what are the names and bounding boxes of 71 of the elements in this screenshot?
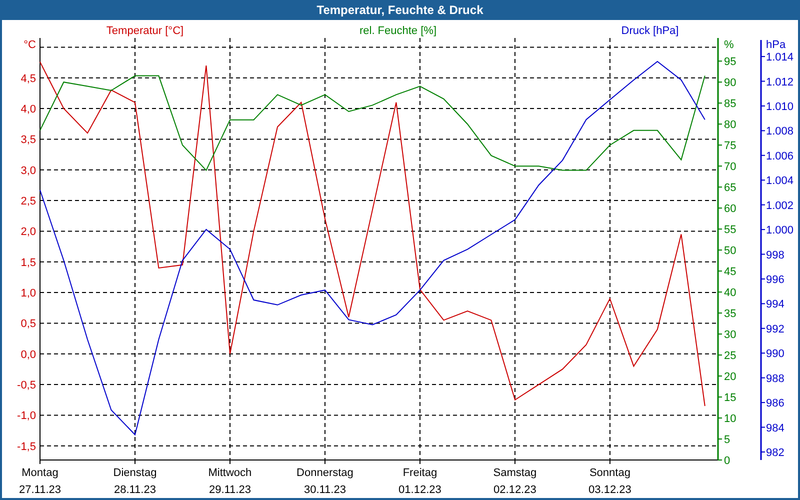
tick-label: 70 bbox=[724, 161, 736, 174]
day-label: Samstag bbox=[493, 467, 537, 479]
tick-label: 80 bbox=[724, 119, 736, 132]
date-label: 30.11.23 bbox=[304, 484, 346, 496]
tick-label: 986 bbox=[766, 398, 784, 410]
tick-label: 0,0 bbox=[20, 348, 36, 361]
tick-label: 1.010 bbox=[766, 100, 794, 113]
tick-label: 4,0 bbox=[20, 104, 36, 116]
tick-label: 988 bbox=[766, 372, 784, 385]
tick-label: 75 bbox=[724, 140, 736, 152]
tick-label: 4,5 bbox=[20, 72, 36, 85]
tick-label: 3,0 bbox=[20, 164, 36, 177]
date-label: 01.12.23 bbox=[398, 484, 442, 496]
tick-label: -1,0 bbox=[17, 410, 36, 422]
tick-label: 0 bbox=[724, 455, 730, 467]
date-label: 02.12.23 bbox=[494, 484, 536, 496]
axis-unit: °C bbox=[24, 39, 36, 51]
tick-label: 1.000 bbox=[766, 224, 794, 237]
tick-label: 2,5 bbox=[20, 196, 36, 208]
date-label: 27.11.23 bbox=[19, 484, 61, 496]
tick-label: 1.002 bbox=[766, 200, 794, 212]
tick-label: 85 bbox=[724, 98, 736, 110]
tick-label: 60 bbox=[724, 203, 736, 216]
tick-label: 20 bbox=[724, 371, 736, 384]
tick-label: 992 bbox=[766, 323, 784, 336]
tick-label: 3,5 bbox=[20, 134, 36, 146]
tick-label: -1,5 bbox=[17, 440, 36, 453]
day-label: Donnerstag bbox=[296, 467, 354, 479]
tick-label: 40 bbox=[724, 287, 736, 300]
day-label: Sonntag bbox=[589, 467, 630, 479]
tick-label: 1.006 bbox=[766, 150, 794, 162]
tick-label: 1,0 bbox=[20, 288, 36, 300]
tick-label: 0,5 bbox=[20, 318, 36, 330]
tick-label: 1.014 bbox=[766, 52, 794, 64]
window-title: Temperatur, Feuchte & Druck bbox=[316, 2, 484, 19]
tick-label: 90 bbox=[724, 77, 736, 90]
series-legend: rel. Feuchte [%] bbox=[359, 25, 437, 37]
day-label: Dienstag bbox=[113, 467, 157, 479]
tick-label: 982 bbox=[766, 446, 784, 459]
tick-label: 1.012 bbox=[766, 76, 794, 88]
tick-label: 25 bbox=[724, 350, 736, 362]
tick-label: 984 bbox=[766, 422, 784, 434]
tick-label: 996 bbox=[766, 274, 784, 286]
tick-label: 45 bbox=[724, 266, 736, 278]
tick-label: 95 bbox=[724, 56, 736, 68]
tick-label: 35 bbox=[724, 308, 736, 320]
date-label: 03.12.23 bbox=[588, 484, 632, 496]
tick-label: 15 bbox=[724, 392, 736, 404]
tick-label: 50 bbox=[724, 245, 736, 258]
axis-unit: hPa bbox=[766, 39, 786, 51]
tick-label: 1.004 bbox=[766, 175, 794, 188]
day-label: Montag bbox=[22, 467, 58, 479]
tick-label: 2,0 bbox=[20, 226, 36, 238]
series-legend: Druck [hPa] bbox=[621, 25, 679, 37]
tick-label: 65 bbox=[724, 182, 736, 194]
day-label: Freitag bbox=[402, 467, 438, 479]
tick-label: 1,5 bbox=[20, 256, 36, 269]
tick-label: 10 bbox=[724, 413, 736, 425]
day-label: Mittwoch bbox=[208, 467, 252, 479]
tick-label: 5 bbox=[724, 434, 730, 446]
tick-label: 994 bbox=[766, 298, 784, 311]
axis-unit: % bbox=[724, 39, 734, 51]
tick-label: -0,5 bbox=[17, 380, 36, 392]
tick-label: 990 bbox=[766, 348, 784, 360]
tick-label: 30 bbox=[724, 329, 736, 342]
tick-label: 998 bbox=[766, 249, 784, 262]
tick-label: 1.008 bbox=[766, 126, 794, 138]
date-label: 29.11.23 bbox=[208, 484, 251, 496]
series-legend: Temperatur [°C] bbox=[106, 25, 184, 37]
date-label: 28.11.23 bbox=[114, 484, 156, 496]
tick-label: 55 bbox=[724, 224, 736, 236]
